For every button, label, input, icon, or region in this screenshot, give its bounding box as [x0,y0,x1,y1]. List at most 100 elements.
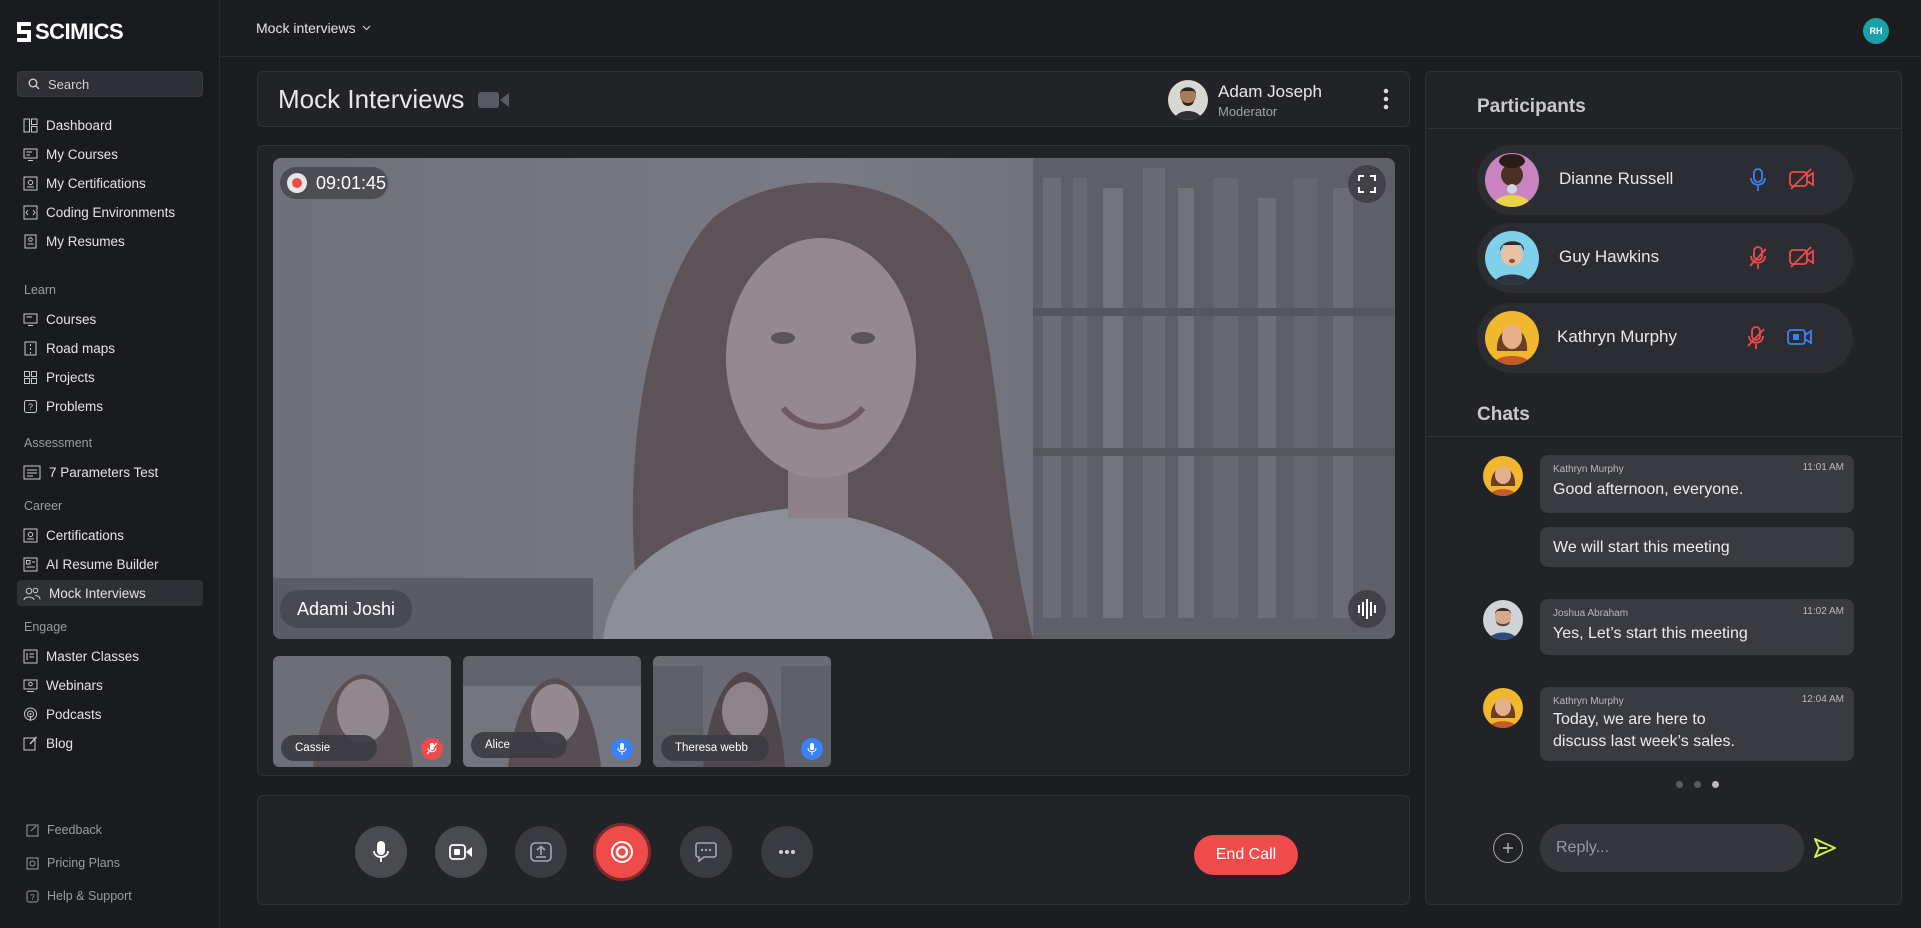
sidebar-item-my-certifications[interactable]: My Certifications [17,170,203,196]
thumbnail-cassie[interactable]: Cassie [273,656,451,767]
microphone-button[interactable] [355,826,407,878]
search-input[interactable]: Search [17,71,203,97]
sidebar-item-label: AI Resume Builder [46,556,159,572]
participant-name: Alice [471,732,567,758]
sidebar-item-certifications[interactable]: Certifications [17,522,203,548]
sidebar-item-blog[interactable]: Blog [17,730,203,756]
pagination-dots[interactable] [1676,781,1719,788]
participant-row[interactable]: Guy Hawkins [1477,223,1853,293]
divider [1426,436,1901,437]
camera-button[interactable] [435,826,487,878]
chat-button[interactable] [680,826,732,878]
grid-icon [24,370,37,384]
send-icon[interactable] [1813,837,1837,864]
speaker-name: Adami Joshi [297,598,396,619]
recording-dot-icon [287,173,307,193]
sidebar-footer-feedback[interactable]: Feedback [26,823,102,837]
add-attachment-button[interactable] [1493,833,1523,863]
sidebar-item-7-parameters-test[interactable]: 7 Parameters Test [17,459,203,485]
mic-muted-icon [421,738,443,760]
video-camera-icon [449,844,472,860]
pagination-dot[interactable] [1676,781,1683,788]
sidebar-item-road-maps[interactable]: Road maps [17,335,203,361]
sidebar-item-problems[interactable]: ? Problems [17,393,203,419]
class-icon [23,649,38,663]
sidebar-item-label: My Courses [46,146,119,162]
mic-on-icon[interactable] [1749,168,1767,197]
section-title-engage: Engage [24,620,68,634]
audio-level-icon[interactable] [1348,590,1386,628]
chat-message: Kathryn Murphy 11:01 AM Good afternoon, … [1540,455,1854,513]
sidebar-item-my-courses[interactable]: My Courses [17,141,203,167]
chat-text-line: Today, we are here to [1553,711,1706,728]
sidebar-item-label: My Resumes [46,233,125,249]
sidebar-item-dashboard[interactable]: Dashboard [17,112,203,138]
user-avatar[interactable]: RH [1863,18,1889,44]
search-icon [28,78,40,90]
chat-sender: Kathryn Murphy [1553,696,1624,707]
participant-row[interactable]: Dianne Russell [1477,145,1853,215]
sidebar-item-my-resumes[interactable]: My Resumes [17,228,203,254]
mic-off-icon[interactable] [1749,246,1767,275]
sidebar-footer-pricing-plans[interactable]: Pricing Plans [26,856,120,870]
pagination-dot[interactable] [1694,781,1701,788]
moderator-avatar[interactable] [1168,80,1208,120]
sidebar-item-podcasts[interactable]: Podcasts [17,701,203,727]
sidebar-footer-label: Help & Support [47,889,132,903]
section-title-career: Career [24,499,63,513]
pagination-dot-active[interactable] [1712,781,1719,788]
sidebar-item-ai-resume-builder[interactable]: AI Resume Builder [17,551,203,577]
sidebar-item-coding-environments[interactable]: Coding Environments [17,199,203,225]
brand-logo[interactable]: SCIMICS [17,19,124,45]
chat-sender: Joshua Abraham [1553,608,1629,619]
more-actions-button[interactable] [761,826,813,878]
code-icon [23,205,38,219]
sidebar-item-webinars[interactable]: Webinars [17,672,203,698]
certificate-icon [23,176,38,190]
scimics-logo-icon [17,22,31,42]
section-title-learn: Learn [24,283,56,297]
main-video[interactable]: 09:01:45 Adami Joshi [273,158,1395,639]
chat-message: We will start this meeting [1540,527,1854,567]
moderator-info: Adam Joseph Moderator [1168,80,1322,120]
thumbnail-alice[interactable]: Alice [463,656,641,767]
end-call-button[interactable]: End Call [1194,835,1298,875]
sidebar-item-label: Blog [46,735,74,751]
camera-off-icon[interactable] [1789,246,1815,273]
participant-name: Cassie [281,735,377,761]
sidebar-item-projects[interactable]: Projects [17,364,203,390]
camera-on-icon[interactable] [1787,326,1813,353]
roadmap-icon [24,341,37,355]
sidebar-item-label: Road maps [46,340,116,356]
sidebar-item-mock-interviews[interactable]: Mock Interviews [17,580,203,606]
sidebar-footer-help-support[interactable]: ? Help & Support [26,889,132,903]
speaker-name-label: Adami Joshi [280,590,413,628]
builder-icon [23,557,38,571]
recording-timer: 09:01:45 [280,167,388,199]
chat-avatar [1483,688,1523,728]
divider [1426,128,1901,129]
mic-on-icon [801,738,823,760]
chat-text: Good afternoon, everyone. [1553,481,1744,498]
sidebar-item-courses[interactable]: Courses [17,306,203,332]
podcast-icon [24,707,37,721]
participant-name: Guy Hawkins [1559,247,1660,266]
chat-message: Joshua Abraham 11:02 AM Yes, Let’s start… [1540,599,1854,655]
share-screen-button[interactable] [515,826,567,878]
camera-off-icon[interactable] [1789,168,1815,195]
mic-off-icon[interactable] [1747,326,1765,355]
reply-input[interactable]: Reply... [1540,824,1804,872]
speaker-video-image [273,158,1395,639]
participant-row[interactable]: Kathryn Murphy [1477,303,1853,373]
breadcrumb-label: Mock interviews [256,20,356,36]
thumbnail-theresa-webb[interactable]: Theresa webb [653,656,831,767]
sidebar-footer-label: Pricing Plans [47,856,120,870]
sidebar-item-label: My Certifications [46,175,146,191]
fullscreen-icon[interactable] [1348,165,1386,203]
sidebar-item-master-classes[interactable]: Master Classes [17,643,203,669]
breadcrumb-dropdown[interactable]: Mock interviews [256,20,371,36]
section-title-assessment: Assessment [24,436,93,450]
more-options-icon[interactable] [1383,88,1389,115]
reply-placeholder: Reply... [1556,839,1610,856]
record-button[interactable] [593,823,651,881]
